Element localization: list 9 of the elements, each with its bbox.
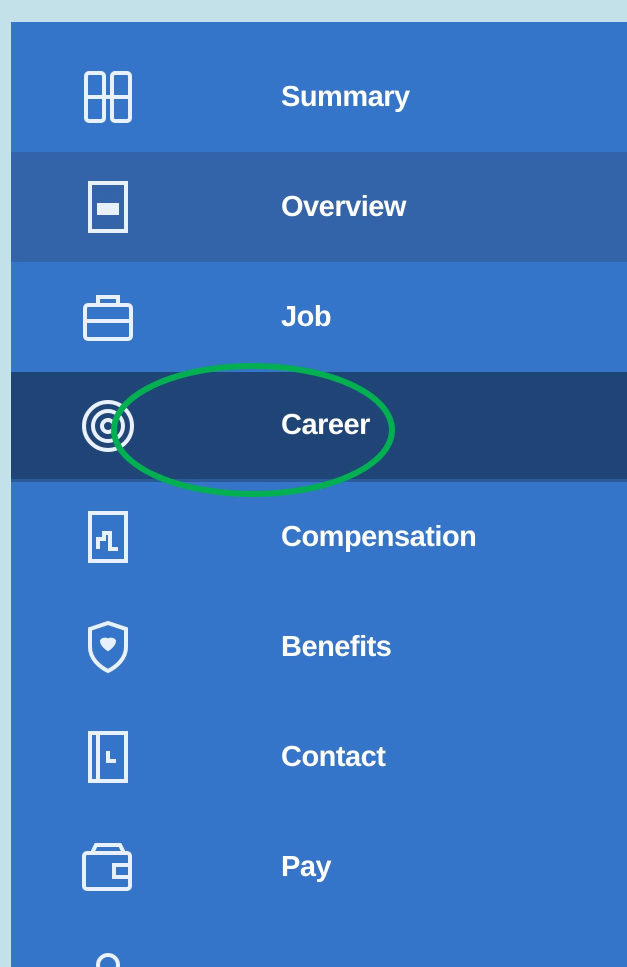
sidebar-item[interactable]: Compensation xyxy=(11,482,627,592)
sidebar-item[interactable]: Benefits xyxy=(11,592,627,702)
sidebar-item[interactable]: Pay xyxy=(11,812,627,922)
sidebar-item[interactable]: Contact xyxy=(11,702,627,812)
sidebar-item[interactable]: Career xyxy=(11,372,627,482)
target-icon xyxy=(80,398,136,454)
sidebar-item[interactable]: Summary xyxy=(11,42,627,152)
sidebar-item[interactable]: Overview xyxy=(11,152,627,262)
sidebar-item[interactable]: Job xyxy=(11,262,627,372)
